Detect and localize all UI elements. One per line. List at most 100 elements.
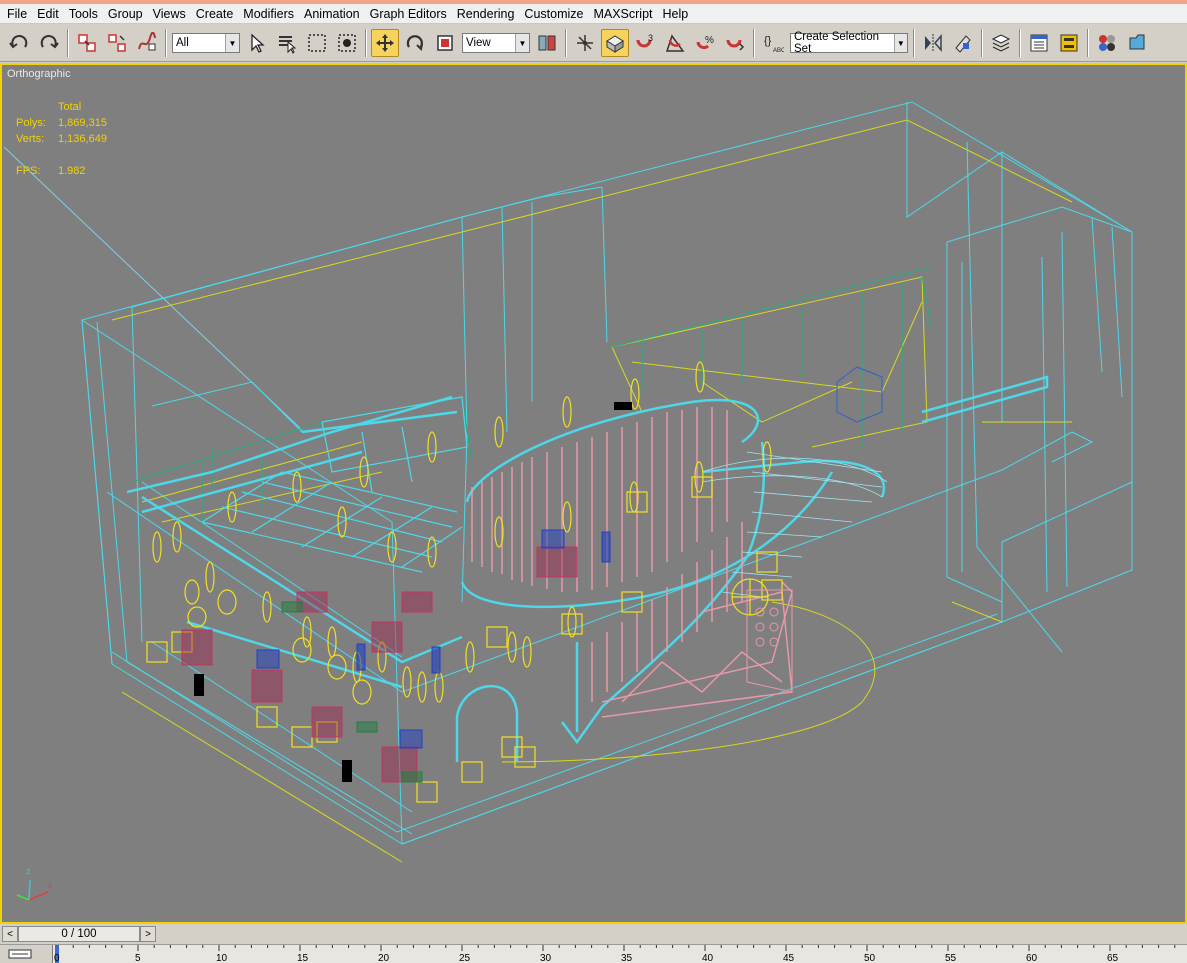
track-bar-icon[interactable] (8, 948, 32, 960)
angle-snap-icon (665, 34, 685, 52)
link-icon (78, 34, 96, 52)
ruler-tick-label: 60 (1026, 953, 1038, 963)
ruler-tick-label: 25 (459, 953, 471, 963)
menu-file[interactable]: File (2, 5, 32, 23)
rotate-button[interactable] (401, 29, 429, 57)
mirror-button[interactable] (919, 29, 947, 57)
pivot-button[interactable] (533, 29, 561, 57)
toolbar-separator (565, 29, 567, 57)
time-prev-button[interactable]: < (2, 926, 18, 942)
menu-maxscript[interactable]: MAXScript (588, 5, 657, 23)
time-next-button[interactable]: > (140, 926, 156, 942)
track-bar: 0 5 10 15 20 25 30 35 40 45 50 55 60 65 (0, 944, 1187, 963)
select-by-name-icon (279, 36, 297, 54)
material-editor-icon (1099, 35, 1115, 51)
snap-3-icon: 3 (636, 33, 653, 48)
reference-coordinate-dropdown[interactable]: View ▼ (462, 33, 530, 53)
redo-icon (40, 34, 59, 49)
menu-animation[interactable]: Animation (299, 5, 365, 23)
manipulate-button[interactable] (571, 29, 599, 57)
menu-create[interactable]: Create (191, 5, 239, 23)
app-window: File Edit Tools Group Views Create Modif… (0, 0, 1187, 963)
window-crossing-icon (338, 34, 356, 52)
keyboard-shortcut-override-button[interactable] (601, 29, 629, 57)
mirror-icon (925, 33, 942, 53)
ruler-tick-label: 0 (54, 953, 60, 963)
move-button[interactable] (371, 29, 399, 57)
snap-toggle-button[interactable]: 3 (631, 29, 659, 57)
railings (126, 375, 1049, 762)
align-button[interactable] (949, 29, 977, 57)
toolbar-separator (1019, 29, 1021, 57)
time-slider[interactable]: 0 / 100 (18, 926, 140, 942)
undo-button[interactable] (5, 29, 33, 57)
manipulate-icon (577, 35, 593, 51)
material-editor-button[interactable] (1093, 29, 1121, 57)
stats-header: Total (58, 101, 82, 113)
viewport-label[interactable]: Orthographic (7, 68, 71, 80)
toolbar-separator (165, 29, 167, 57)
select-object-button[interactable] (243, 29, 271, 57)
ruler-tick-label: 5 (135, 953, 141, 963)
axis-z-label: z (26, 866, 31, 876)
percent-snap-icon: % (696, 35, 714, 50)
select-by-name-button[interactable] (273, 29, 301, 57)
menu-modifiers[interactable]: Modifiers (238, 5, 299, 23)
verts-value: 1,136,649 (58, 133, 107, 145)
menu-customize[interactable]: Customize (519, 5, 588, 23)
menu-group[interactable]: Group (103, 5, 148, 23)
verts-label: Verts: (16, 133, 45, 145)
named-selection-set-dropdown[interactable]: Create Selection Set ▼ (790, 31, 908, 55)
layer-manager-button[interactable] (987, 29, 1015, 57)
move-icon (376, 34, 394, 52)
graphite-toolbar-button[interactable] (1025, 29, 1053, 57)
curve-editor-button[interactable] (1055, 29, 1083, 57)
render-setup-button[interactable] (1123, 29, 1151, 57)
bind-space-warp-icon (138, 32, 156, 51)
selection-filter-dropdown[interactable]: All ▼ (172, 33, 240, 53)
toolbar-separator (913, 29, 915, 57)
keyboard-shortcut-icon (606, 35, 624, 53)
undo-icon (9, 34, 28, 49)
menu-graph-editors[interactable]: Graph Editors (365, 5, 452, 23)
toolbar-separator (1087, 29, 1089, 57)
rotate-icon (406, 35, 423, 52)
angle-snap-button[interactable] (661, 29, 689, 57)
spinner-snap-icon (726, 39, 745, 51)
edit-named-sets-icon: {}ABC (764, 35, 784, 54)
menu-help[interactable]: Help (658, 5, 694, 23)
spinner-snap-button[interactable] (721, 29, 749, 57)
chevron-down-icon: ▼ (893, 34, 907, 52)
window-crossing-button[interactable] (333, 29, 361, 57)
menu-rendering[interactable]: Rendering (452, 5, 520, 23)
svg-text:3: 3 (648, 33, 653, 43)
frame-ruler[interactable]: 0 5 10 15 20 25 30 35 40 45 50 55 60 65 (52, 945, 1187, 963)
ruler-tick-label: 15 (297, 953, 309, 963)
stair-treads (701, 451, 888, 598)
chevron-down-icon: ▼ (225, 34, 239, 52)
link-button[interactable] (73, 29, 101, 57)
ruler-tick-label: 40 (702, 953, 714, 963)
wireframe-scene (3, 101, 1133, 901)
menu-views[interactable]: Views (148, 5, 191, 23)
toolbar-separator (365, 29, 367, 57)
selection-filter-value: All (176, 37, 189, 49)
menu-edit[interactable]: Edit (32, 5, 64, 23)
scale-button[interactable] (431, 29, 459, 57)
ruler-tick-label: 55 (945, 953, 957, 963)
svg-text:{}: {} (764, 35, 772, 47)
scale-icon (437, 35, 453, 51)
bind-space-warp-button[interactable] (133, 29, 161, 57)
graphite-icon (1030, 34, 1048, 52)
edit-named-sets-button[interactable]: {}ABC (759, 29, 787, 57)
redo-button[interactable] (35, 29, 63, 57)
rect-region-button[interactable] (303, 29, 331, 57)
menubar: File Edit Tools Group Views Create Modif… (0, 4, 1187, 24)
perspective-viewport[interactable]: Orthographic Total Polys: 1,869,315 Verts… (0, 63, 1187, 924)
ruler-tick-label: 30 (540, 953, 552, 963)
unlink-button[interactable] (103, 29, 131, 57)
percent-snap-button[interactable]: % (691, 29, 719, 57)
menu-tools[interactable]: Tools (64, 5, 103, 23)
scene-statistics: Total Polys: 1,869,315 Verts: 1,136,649 FP… (16, 99, 107, 179)
ruler-tick-label: 10 (216, 953, 228, 963)
